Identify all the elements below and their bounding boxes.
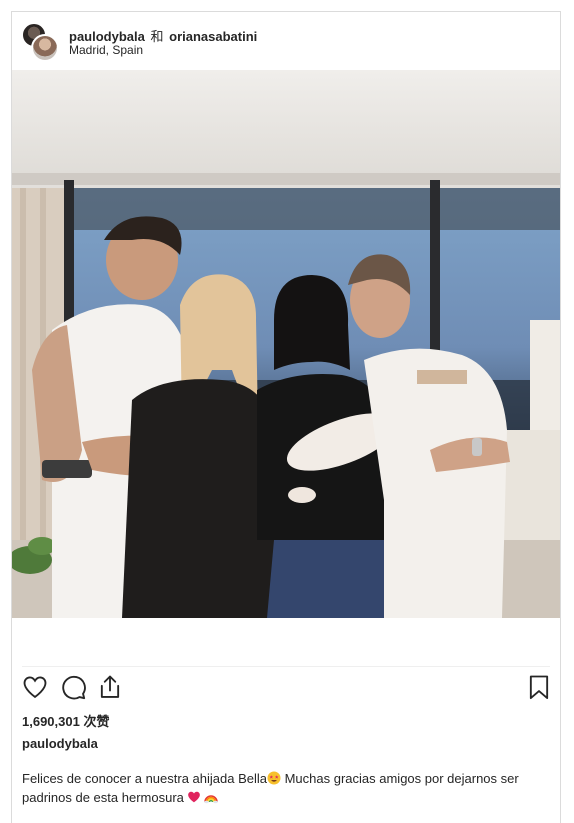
post-header: paulodybala 和 orianasabatini Madrid, Spa… [12, 12, 560, 70]
likes-number: 1,690,301 [22, 714, 80, 729]
bookmark-icon[interactable] [525, 673, 553, 701]
heart-outline-icon[interactable] [21, 673, 49, 701]
post-card: paulodybala 和 orianasabatini Madrid, Spa… [11, 11, 561, 823]
photo-illustration [12, 70, 560, 618]
likes-count[interactable]: 1,690,301 次赞 [22, 711, 109, 730]
caption-author[interactable]: paulodybala [22, 736, 98, 751]
collab-avatars[interactable] [21, 22, 61, 62]
caption-text-1: Felices de conocer a nuestra ahijada Bel… [22, 771, 267, 786]
red-heart-emoji-icon [187, 790, 201, 804]
actions-divider [22, 666, 550, 667]
avatar-user2[interactable] [31, 34, 59, 62]
authors-separator: 和 [150, 29, 164, 44]
post-caption: Felices de conocer a nuestra ahijada Bel… [22, 769, 552, 807]
post-photo[interactable] [12, 70, 560, 618]
star-struck-emoji-icon [267, 771, 281, 785]
username-link-1[interactable]: paulodybala [69, 29, 145, 44]
location-link[interactable]: Madrid, Spain [69, 43, 143, 57]
post-actions [12, 673, 560, 703]
username-link-2[interactable]: orianasabatini [169, 29, 257, 44]
likes-label: 次赞 [83, 714, 110, 729]
share-upload-icon[interactable] [96, 673, 124, 701]
rainbow-emoji-icon [204, 790, 219, 804]
comment-bubble-icon[interactable] [59, 673, 87, 701]
